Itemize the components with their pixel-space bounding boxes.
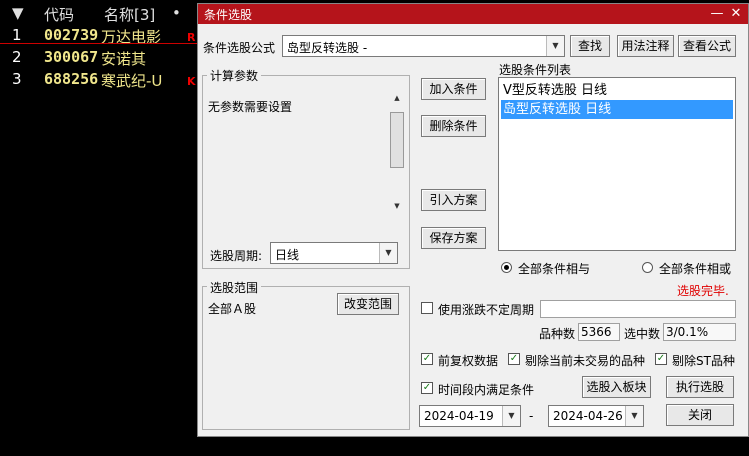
minimize-icon[interactable]: —: [708, 4, 726, 24]
stock-list-header: ▼ 代码 名称[3] •: [0, 0, 200, 24]
save-plan-button[interactable]: 保存方案: [421, 227, 486, 249]
list-item-selected[interactable]: 岛型反转选股 日线: [501, 100, 733, 119]
adjusted-data-checkbox[interactable]: ✓: [421, 353, 433, 365]
formula-label: 条件选股公式: [203, 41, 276, 55]
usage-notes-button[interactable]: 用法注释: [617, 35, 674, 57]
exclude-st-label[interactable]: 剔除ST品种: [672, 352, 735, 369]
column-name-header[interactable]: 名称[3]: [104, 4, 155, 25]
list-item[interactable]: V型反转选股 日线: [501, 81, 733, 100]
uncertain-period-checkbox[interactable]: [421, 302, 433, 314]
start-date-picker[interactable]: 2024-04-19 ▼: [419, 405, 521, 427]
import-plan-button[interactable]: 引入方案: [421, 189, 486, 211]
hit-value: 3/0.1%: [663, 323, 736, 341]
adjusted-data-label[interactable]: 前复权数据: [438, 352, 498, 369]
scroll-up-icon[interactable]: ▲: [389, 90, 405, 106]
count-label: 品种数: [539, 327, 576, 341]
radio-and-label[interactable]: 全部条件相与: [518, 260, 590, 277]
radio-and[interactable]: [501, 262, 512, 273]
exclude-untraded-label[interactable]: 剔除当前未交易的品种: [525, 352, 645, 369]
row-number: 2: [12, 48, 22, 66]
time-range-checkbox[interactable]: ✓: [421, 382, 433, 394]
range-value: 全部Ａ股: [208, 302, 257, 316]
chevron-down-icon[interactable]: ▼: [546, 36, 564, 56]
exclude-untraded-checkbox[interactable]: ✓: [508, 353, 520, 365]
date-separator: -: [529, 409, 534, 423]
save-to-block-button[interactable]: 选股入板块: [582, 376, 651, 398]
selected-row-underline: [0, 43, 200, 44]
conditions-list[interactable]: V型反转选股 日线 岛型反转选股 日线: [498, 77, 736, 251]
chevron-down-icon[interactable]: ▼: [379, 243, 397, 263]
formula-value: 岛型反转选股 -: [287, 41, 368, 55]
formula-select[interactable]: 岛型反转选股 - ▼: [282, 35, 565, 57]
table-row[interactable]: 2 300067 安诺其: [0, 46, 200, 68]
table-row[interactable]: 3 688256 寒武纪-U: [0, 68, 200, 90]
uncertain-period-label[interactable]: 使用涨跌不定周期: [438, 301, 534, 318]
params-group-title: 计算参数: [207, 67, 262, 84]
stock-code: 300067: [44, 48, 99, 66]
stock-code: 688256: [44, 70, 99, 88]
exclude-st-checkbox[interactable]: ✓: [655, 353, 667, 365]
scroll-thumb[interactable]: [390, 112, 404, 168]
scroll-down-icon[interactable]: ▼: [389, 198, 405, 214]
row-number: 3: [12, 70, 22, 88]
radio-or-label[interactable]: 全部条件相或: [659, 260, 731, 277]
view-formula-button[interactable]: 查看公式: [678, 35, 736, 57]
range-group-title: 选股范围: [207, 279, 262, 296]
start-date-value: 2024-04-19: [424, 409, 494, 423]
find-button[interactable]: 查找: [570, 35, 610, 57]
add-condition-button[interactable]: 加入条件: [421, 78, 486, 100]
close-icon[interactable]: ✕: [727, 4, 745, 24]
params-scrollbar[interactable]: ▲ ▼: [389, 90, 405, 214]
row-tag: K: [187, 75, 196, 88]
dialog-titlebar[interactable]: 条件选股 — ✕: [198, 4, 748, 24]
period-value: 日线: [275, 248, 300, 262]
column-code-header[interactable]: 代码: [44, 4, 74, 25]
chevron-down-icon[interactable]: ▼: [502, 406, 520, 426]
end-date-value: 2024-04-26: [553, 409, 623, 423]
dialog-title: 条件选股: [204, 8, 253, 22]
sort-arrow-icon[interactable]: ▼: [12, 4, 24, 22]
uncertain-period-input[interactable]: [540, 300, 736, 318]
time-range-label[interactable]: 时间段内满足条件: [438, 381, 534, 398]
execute-button[interactable]: 执行选股: [666, 376, 734, 398]
delete-condition-button[interactable]: 删除条件: [421, 115, 486, 137]
change-range-button[interactable]: 改变范围: [337, 293, 399, 315]
period-select[interactable]: 日线 ▼: [270, 242, 398, 264]
period-label: 选股周期:: [210, 249, 263, 263]
close-button[interactable]: 关闭: [666, 404, 734, 426]
chevron-down-icon[interactable]: ▼: [625, 406, 643, 426]
stock-name: 寒武纪-U: [101, 72, 163, 90]
condition-stock-picker-dialog: 条件选股 — ✕ 条件选股公式 岛型反转选股 - ▼ 查找 用法注释 查看公式 …: [197, 3, 749, 437]
status-text: 选股完毕.: [677, 284, 729, 298]
row-number: 1: [12, 26, 22, 44]
stock-code: 002739: [44, 26, 99, 44]
end-date-picker[interactable]: 2024-04-26 ▼: [548, 405, 644, 427]
radio-or[interactable]: [642, 262, 653, 273]
params-text: 无参数需要设置: [208, 100, 293, 114]
count-value: 5366: [578, 323, 620, 341]
conditions-list-label: 选股条件列表: [499, 63, 572, 77]
stock-name: 安诺其: [101, 50, 147, 68]
row-tag: R: [187, 31, 196, 44]
hit-label: 选中数: [624, 327, 661, 341]
column-dot: •: [172, 4, 181, 22]
